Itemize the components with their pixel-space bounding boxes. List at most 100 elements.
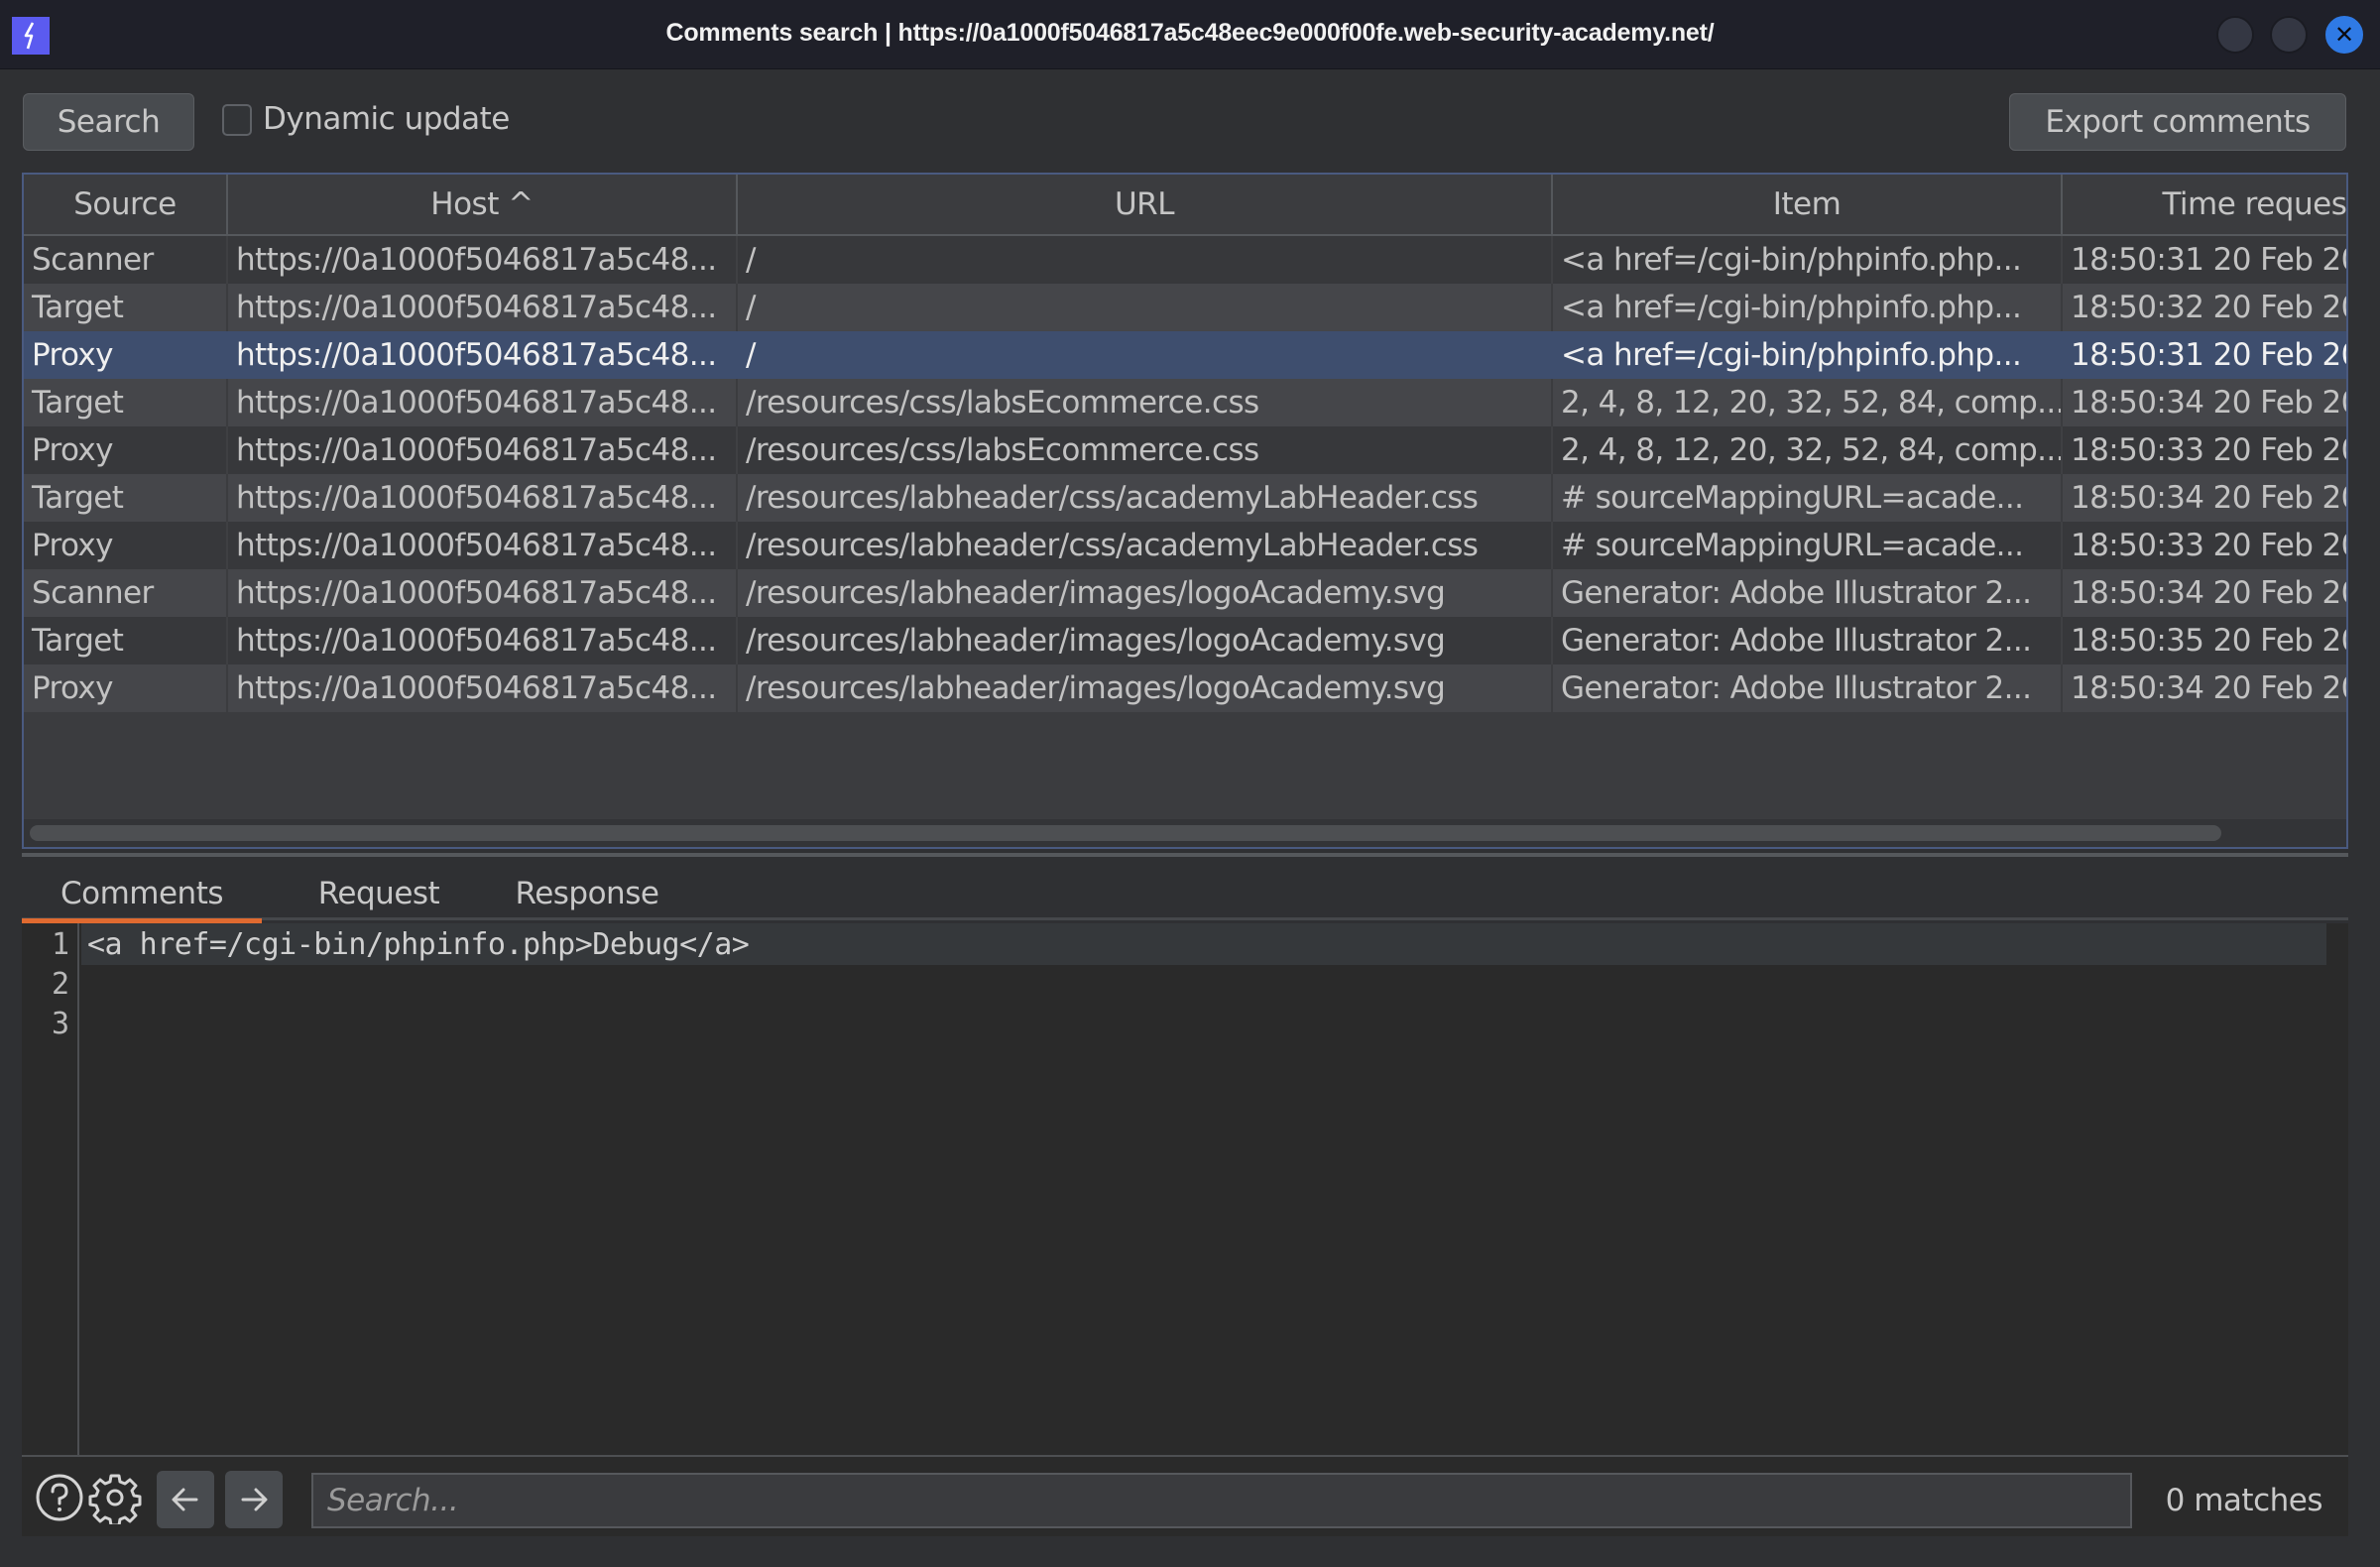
cell-item: Generator: Adobe Illustrator 2... [1553,664,2063,712]
help-button[interactable] [32,1469,87,1526]
cell-host: https://0a1000f5046817a5c48... [228,569,738,617]
horizontal-scrollbar[interactable] [24,819,2346,847]
toolbar: Search Dynamic update Export comments [0,69,2380,173]
cell-host: https://0a1000f5046817a5c48... [228,474,738,522]
maximize-button[interactable] [2270,16,2308,54]
window-title: Comments search | https://0a1000f5046817… [665,19,1715,47]
tab-comments[interactable]: Comments [22,867,262,924]
column-header-source[interactable]: Source [24,175,228,234]
tab-request[interactable]: Request [290,867,468,920]
cell-time: 18:50:34 20 Feb 20 [2071,575,2348,611]
cell-host: https://0a1000f5046817a5c48... [228,617,738,664]
cell-item: # sourceMappingURL=acade... [1553,474,2063,522]
column-header-url[interactable]: URL [738,175,1553,234]
detail-tabs: Comments Request Response [22,861,2348,924]
cell-source: Scanner [24,569,228,617]
table-row[interactable]: Proxy https://0a1000f5046817a5c48... /re… [24,426,2348,474]
comments-editor[interactable]: 1 2 3 <a href=/cgi-bin/phpinfo.php>Debug… [22,923,2348,1455]
cell-url: /resources/labheader/css/academyLabHeade… [738,474,1553,522]
cell-host: https://0a1000f5046817a5c48... [228,426,738,474]
cell-source: Proxy [24,426,228,474]
column-header-item[interactable]: Item [1553,175,2063,234]
arrow-left-icon [172,1488,198,1511]
cell-item: <a href=/cgi-bin/phpinfo.php... [1553,236,2063,284]
cell-url: /resources/css/labsEcommerce.css [738,379,1553,426]
arrow-right-icon [241,1488,268,1511]
table-row[interactable]: Scanner https://0a1000f5046817a5c48... /… [24,236,2348,284]
cell-url: / [738,331,1553,379]
scrollbar-thumb[interactable] [30,825,2221,841]
dynamic-update-label[interactable]: Dynamic update [263,101,510,137]
cell-source: Proxy [24,522,228,569]
cell-time: 18:50:32 20 Feb 20 [2071,290,2348,325]
settings-button[interactable] [87,1469,143,1526]
cell-host: https://0a1000f5046817a5c48... [228,522,738,569]
line-number: 1 [51,927,69,962]
cell-time: 18:50:33 20 Feb 20 [2071,528,2348,563]
cell-item: 2, 4, 8, 12, 20, 32, 52, 84, comp... [1553,379,2063,426]
dynamic-update-checkbox[interactable] [222,104,252,136]
table-row[interactable]: Target https://0a1000f5046817a5c48... /r… [24,379,2348,426]
line-number-gutter: 1 2 3 [22,923,79,1455]
cell-source: Proxy [24,664,228,712]
cell-item: <a href=/cgi-bin/phpinfo.php... [1553,331,2063,379]
export-comments-button[interactable]: Export comments [2009,93,2346,151]
cell-time: 18:50:34 20 Feb 20 [2071,385,2348,421]
code-line-1: <a href=/cgi-bin/phpinfo.php>Debug</a> [87,927,750,962]
cell-url: /resources/labheader/images/logoAcademy.… [738,664,1553,712]
cell-host: https://0a1000f5046817a5c48... [228,236,738,284]
cell-item: Generator: Adobe Illustrator 2... [1553,617,2063,664]
cell-item: <a href=/cgi-bin/phpinfo.php... [1553,284,2063,331]
cell-source: Scanner [24,236,228,284]
cell-url: / [738,284,1553,331]
match-count: 0 matches [2165,1483,2323,1518]
cell-item: 2, 4, 8, 12, 20, 32, 52, 84, comp... [1553,426,2063,474]
table-row-selected[interactable]: Proxy https://0a1000f5046817a5c48... / <… [24,331,2348,379]
title-bar: Comments search | https://0a1000f5046817… [0,0,2380,69]
table-body: Scanner https://0a1000f5046817a5c48... /… [24,236,2348,712]
table-row[interactable]: Proxy https://0a1000f5046817a5c48... /re… [24,522,2348,569]
table-row[interactable]: Target https://0a1000f5046817a5c48... /r… [24,474,2348,522]
column-header-host[interactable]: Host ^ [228,175,738,234]
cell-source: Target [24,284,228,331]
cell-host: https://0a1000f5046817a5c48... [228,331,738,379]
minimize-button[interactable] [2216,16,2254,54]
previous-match-button[interactable] [157,1471,214,1528]
search-button[interactable]: Search [23,93,194,151]
tab-response[interactable]: Response [488,867,686,920]
cell-time: 18:50:35 20 Feb 20 [2071,623,2348,659]
gear-icon [88,1474,142,1524]
table-row[interactable]: Scanner https://0a1000f5046817a5c48... /… [24,569,2348,617]
line-number: 3 [51,1007,69,1041]
search-bar: 0 matches [22,1455,2348,1536]
table-row[interactable]: Proxy https://0a1000f5046817a5c48... /re… [24,664,2348,712]
cell-host: https://0a1000f5046817a5c48... [228,664,738,712]
pane-splitter[interactable] [22,853,2348,857]
comments-table: Source Host ^ URL Item Time request Scan… [22,173,2348,849]
cell-time: 18:50:34 20 Feb 20 [2071,480,2348,516]
cell-url: /resources/css/labsEcommerce.css [738,426,1553,474]
cell-host: https://0a1000f5046817a5c48... [228,379,738,426]
search-input[interactable] [311,1473,2132,1528]
line-number: 2 [51,967,69,1002]
cell-url: /resources/labheader/css/academyLabHeade… [738,522,1553,569]
table-row[interactable]: Target https://0a1000f5046817a5c48... / … [24,284,2348,331]
cell-url: /resources/labheader/images/logoAcademy.… [738,617,1553,664]
next-match-button[interactable] [225,1471,283,1528]
table-row[interactable]: Target https://0a1000f5046817a5c48... /r… [24,617,2348,664]
close-icon: ✕ [2333,21,2355,49]
cell-url: / [738,236,1553,284]
cell-source: Proxy [24,331,228,379]
cell-host: https://0a1000f5046817a5c48... [228,284,738,331]
cell-item: # sourceMappingURL=acade... [1553,522,2063,569]
cell-time: 18:50:31 20 Feb 20 [2071,337,2348,373]
column-header-time-request[interactable]: Time request [2063,175,2346,234]
cell-source: Target [24,617,228,664]
cell-source: Target [24,474,228,522]
cell-time: 18:50:31 20 Feb 20 [2071,242,2348,278]
help-icon [36,1474,83,1521]
close-button[interactable]: ✕ [2325,16,2363,54]
cell-time: 18:50:33 20 Feb 20 [2071,432,2348,468]
cell-url: /resources/labheader/images/logoAcademy.… [738,569,1553,617]
cell-time: 18:50:34 20 Feb 20 [2071,670,2348,706]
